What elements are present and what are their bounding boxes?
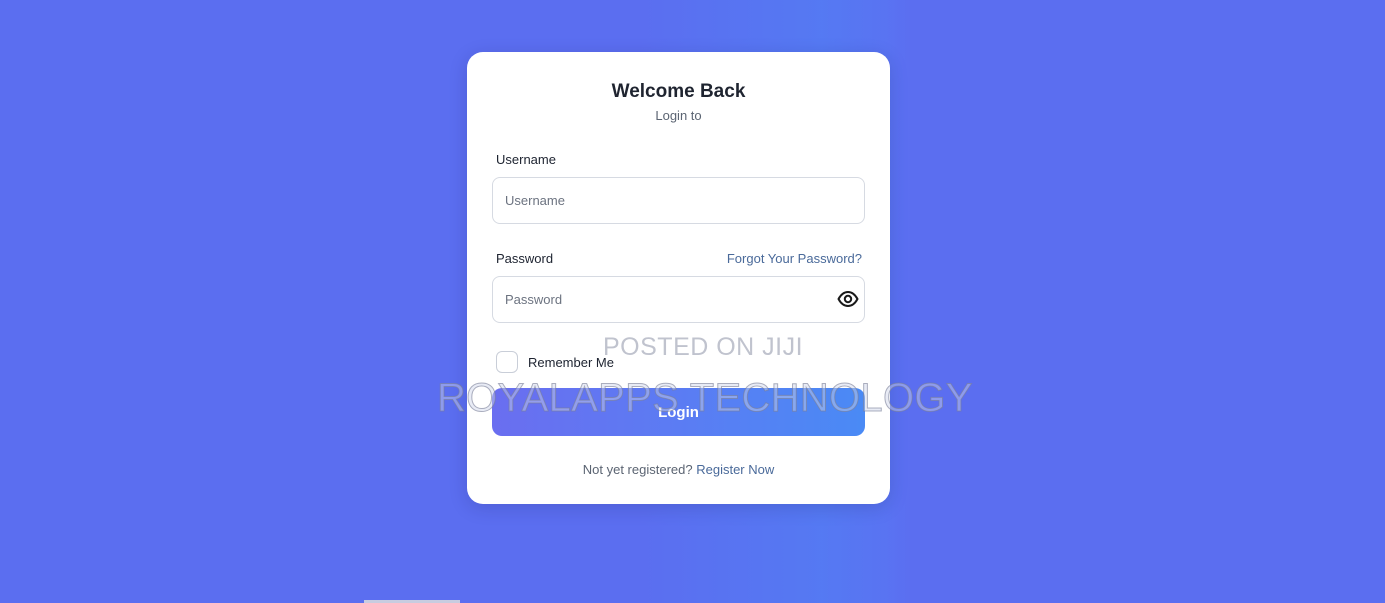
page-title: Welcome Back (611, 81, 746, 102)
remember-me-checkbox[interactable] (496, 351, 518, 373)
remember-me-label: Remember Me (528, 355, 614, 370)
forgot-password-link[interactable]: Forgot Your Password? (727, 251, 862, 266)
register-prompt: Not yet registered? (582, 462, 693, 477)
username-label: Username (496, 152, 556, 167)
page-subtitle: Login to (655, 108, 702, 123)
password-label: Password (496, 251, 554, 266)
eye-icon[interactable] (837, 290, 859, 308)
username-input[interactable] (492, 177, 865, 224)
login-card: Welcome Back Login to Username Password … (467, 52, 890, 504)
eye-icon-svg (837, 291, 859, 307)
register-link[interactable]: Register Now (696, 462, 774, 477)
login-button[interactable]: Login (492, 388, 865, 436)
password-input[interactable] (492, 276, 865, 323)
register-prompt-line: Not yet registered? Register Now (467, 462, 890, 477)
